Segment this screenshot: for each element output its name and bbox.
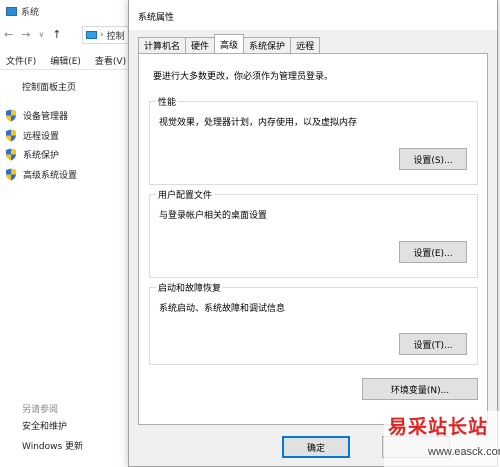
see-also-heading: 另请参阅 — [22, 405, 59, 415]
user-profiles-settings-button[interactable]: 设置(E)... — [399, 241, 467, 263]
advanced-system-settings-label: 高级系统设置 — [23, 170, 78, 181]
user-profiles-group: 用户配置文件 与登录帐户相关的桌面设置 设置(E)... — [149, 188, 478, 278]
up-arrow-icon[interactable]: ↑ — [52, 28, 61, 41]
environment-variables-button[interactable]: 环境变量(N)... — [362, 378, 478, 400]
shield-icon — [6, 168, 16, 181]
tab-computer-name[interactable]: 计算机名 — [138, 37, 187, 53]
performance-settings-button[interactable]: 设置(S)... — [399, 148, 467, 170]
advanced-system-settings-link[interactable]: 高级系统设置 — [5, 165, 77, 185]
remote-settings-label: 远程设置 — [23, 131, 60, 142]
user-profiles-description: 与登录帐户相关的桌面设置 — [159, 211, 268, 221]
performance-group: 性能 视觉效果，处理器计划，内存使用，以及虚拟内存 设置(S)... — [149, 95, 478, 185]
system-window-titlebar: 系统 — [6, 4, 39, 18]
system-window-icon — [6, 6, 17, 16]
ok-button[interactable]: 确定 — [282, 436, 350, 458]
control-panel-home-link[interactable]: 控制面板主页 — [22, 80, 76, 93]
device-manager-label: 设备管理器 — [23, 112, 69, 123]
watermark-text-cn: 易采站长站 — [388, 416, 489, 438]
dialog-titlebar[interactable]: 系统属性 — [129, 0, 497, 30]
performance-description: 视觉效果，处理器计划，内存使用，以及虚拟内存 — [159, 118, 358, 128]
system-protection-link[interactable]: 系统保护 — [5, 145, 77, 165]
system-properties-dialog: 系统属性 计算机名 硬件 高级 系统保护 远程 要进行大多数更改，你必须作为管理… — [128, 0, 498, 467]
task-links: 设备管理器 远程设置 系统保护 高级系统设置 — [5, 106, 77, 184]
windows-update-link[interactable]: Windows 更新 — [22, 440, 83, 460]
tab-advanced[interactable]: 高级 — [214, 34, 245, 53]
system-protection-label: 系统保护 — [23, 151, 60, 162]
startup-recovery-legend: 启动和故障恢复 — [156, 281, 224, 294]
system-window-title: 系统 — [21, 7, 40, 18]
see-also-list: 安全和维护 Windows 更新 — [22, 420, 83, 460]
forward-arrow-icon[interactable]: → — [21, 28, 30, 41]
menu-bar: 文件(F) 编辑(E) 查看(V) — [6, 54, 126, 67]
remote-settings-link[interactable]: 远程设置 — [5, 126, 77, 146]
advanced-tab-panel: 要进行大多数更改，你必须作为管理员登录。 性能 视觉效果，处理器计划，内存使用，… — [138, 53, 488, 425]
watermark-text-en: www.easck.com — [428, 446, 500, 458]
shield-icon — [6, 109, 16, 122]
shield-icon — [6, 148, 16, 161]
menu-view[interactable]: 查看(V) — [95, 54, 126, 67]
nav-buttons: ← → ∨ ↑ — [4, 28, 62, 41]
tab-system-protection[interactable]: 系统保护 — [243, 37, 292, 53]
dialog-title: 系统属性 — [138, 13, 175, 23]
menu-edit[interactable]: 编辑(E) — [50, 54, 81, 67]
control-panel-icon — [86, 31, 97, 39]
user-profiles-legend: 用户配置文件 — [156, 188, 215, 201]
address-text: 控制 — [106, 31, 125, 42]
tab-strip: 计算机名 硬件 高级 系统保护 远程 — [138, 34, 321, 53]
startup-recovery-description: 系统启动、系统故障和调试信息 — [159, 304, 286, 314]
address-bar[interactable]: › 控制 — [82, 26, 130, 44]
tab-remote[interactable]: 远程 — [290, 37, 321, 53]
back-arrow-icon[interactable]: ← — [4, 28, 13, 41]
tab-hardware[interactable]: 硬件 — [185, 37, 216, 53]
chevron-right-icon: › — [100, 30, 104, 40]
admin-notice: 要进行大多数更改，你必须作为管理员登录。 — [153, 72, 334, 82]
shield-icon — [6, 129, 16, 142]
security-maintenance-link[interactable]: 安全和维护 — [22, 420, 83, 440]
device-manager-link[interactable]: 设备管理器 — [5, 106, 77, 126]
performance-legend: 性能 — [156, 95, 179, 108]
menu-file[interactable]: 文件(F) — [6, 54, 36, 67]
startup-recovery-settings-button[interactable]: 设置(T)... — [399, 333, 467, 355]
menu-divider — [0, 69, 128, 70]
recent-dropdown-icon[interactable]: ∨ — [38, 30, 44, 39]
startup-recovery-group: 启动和故障恢复 系统启动、系统故障和调试信息 设置(T)... — [149, 281, 478, 365]
